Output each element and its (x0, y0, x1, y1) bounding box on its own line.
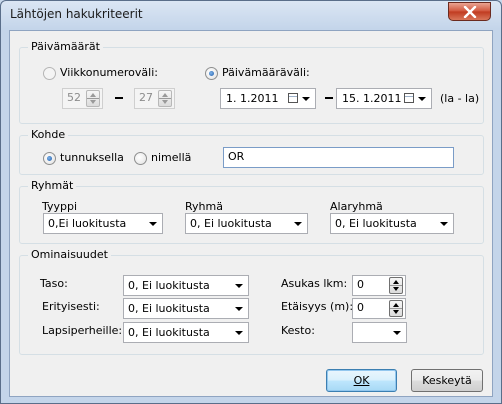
erityisesti-value: 0, Ei luokitusta (128, 302, 210, 315)
chevron-down-icon (393, 331, 401, 335)
chevron-down-icon (418, 97, 426, 101)
calendar-icon (288, 93, 298, 103)
chevron-down-icon (235, 307, 243, 311)
chevron-down-icon (235, 284, 243, 288)
label-viikkonumerovali: Viikkonumeroväli: (60, 66, 158, 79)
week-range-dash (115, 97, 123, 99)
date-from-picker[interactable]: 1. 1.2011 (220, 88, 316, 109)
label-paivamaaravali: Päivämääräväli: (222, 66, 310, 79)
date-range-dash (325, 97, 333, 99)
label-asukas: Asukas lkm: (281, 277, 348, 290)
label-kesto: Kesto: (281, 324, 315, 337)
etaisyys-spin-buttons[interactable] (389, 300, 403, 317)
radio-viikkonumerovali[interactable] (43, 67, 56, 80)
label-nimella: nimellä (151, 151, 192, 164)
radio-paivamaaravali[interactable] (205, 67, 218, 80)
week-from-value: 52 (67, 91, 81, 104)
ok-button[interactable]: OK (326, 369, 397, 392)
label-etaisyys: Etäisyys (m): (281, 300, 354, 313)
dialog-window: Lähtöjen hakukriteerit Päivämäärät Viikk… (0, 0, 502, 404)
radio-nimella[interactable] (134, 152, 147, 165)
date-from-value: 1. 1.2011 (226, 92, 279, 105)
etaisyys-spinner[interactable]: 0 (352, 298, 406, 319)
group-title-ominaisuudet: Ominaisuudet (28, 248, 111, 261)
date-to-value: 15. 1.2011 (342, 92, 402, 105)
group-title-paivamaarat: Päivämäärät (28, 40, 103, 53)
ryhma-value: 0, Ei luokitusta (190, 217, 272, 230)
group-ryhmat: Ryhmät Tyyppi 0,Ei luokitusta Ryhmä 0, E… (19, 179, 484, 244)
erityisesti-dropdown[interactable]: 0, Ei luokitusta (123, 298, 249, 319)
ok-button-label: OK (353, 374, 370, 387)
asukas-spin-buttons[interactable] (389, 277, 403, 294)
group-title-kohde: Kohde (28, 128, 69, 141)
ryhma-dropdown[interactable]: 0, Ei luokitusta (185, 213, 308, 234)
asukas-value: 0 (357, 278, 364, 291)
chevron-down-icon (149, 222, 157, 226)
label-tunnuksella: tunnuksella (60, 151, 124, 164)
tyyppi-value: 0,Ei luokitusta (48, 217, 127, 230)
window-title: Lähtöjen hakukriteerit (10, 7, 143, 21)
calendar-icon (404, 93, 414, 103)
alaryhma-dropdown[interactable]: 0, Ei luokitusta (330, 213, 454, 234)
chevron-down-icon (302, 97, 310, 101)
group-ominaisuudet: Ominaisuudet Taso: 0, Ei luokitusta Erit… (19, 248, 484, 355)
kohde-search-input[interactable]: OR (223, 147, 454, 168)
taso-dropdown[interactable]: 0, Ei luokitusta (123, 275, 249, 296)
label-ryhma: Ryhmä (185, 200, 223, 213)
cancel-button-label: Keskeytä (422, 374, 472, 387)
label-alaryhma: Alaryhmä (330, 200, 383, 213)
group-kohde: Kohde tunnuksella nimellä OR (19, 128, 484, 175)
close-icon (463, 6, 477, 18)
week-from-spinner[interactable]: 52 (62, 88, 103, 109)
close-button[interactable] (448, 2, 491, 21)
taso-value: 0, Ei luokitusta (128, 279, 210, 292)
date-to-picker[interactable]: 15. 1.2011 (336, 88, 432, 109)
title-bar[interactable]: Lähtöjen hakukriteerit (1, 1, 501, 29)
dialog-client-area: Päivämäärät Viikkonumeroväli: 52 27 Päiv… (9, 30, 493, 397)
alaryhma-value: 0, Ei luokitusta (335, 217, 417, 230)
week-from-spin-buttons[interactable] (86, 90, 100, 107)
label-lapsiperheille: Lapsiperheille: (42, 324, 123, 337)
etaisyys-value: 0 (357, 301, 364, 314)
week-to-spin-buttons[interactable] (158, 90, 172, 107)
label-range-note: (la - la) (440, 92, 480, 105)
label-erityisesti: Erityisesti: (42, 300, 100, 313)
radio-tunnuksella[interactable] (43, 152, 56, 165)
cancel-button[interactable]: Keskeytä (411, 369, 483, 392)
group-paivamaarat: Päivämäärät Viikkonumeroväli: 52 27 Päiv… (19, 40, 484, 124)
week-to-spinner[interactable]: 27 (134, 88, 175, 109)
kohde-input-value: OR (228, 150, 245, 163)
chevron-down-icon (440, 222, 448, 226)
label-tyyppi: Tyyppi (42, 200, 78, 213)
lapsiperheille-value: 0, Ei luokitusta (128, 326, 210, 339)
week-to-value: 27 (139, 91, 153, 104)
lapsiperheille-dropdown[interactable]: 0, Ei luokitusta (123, 322, 249, 343)
asukas-spinner[interactable]: 0 (352, 275, 406, 296)
group-title-ryhmat: Ryhmät (28, 179, 77, 192)
chevron-down-icon (294, 222, 302, 226)
kesto-dropdown[interactable] (352, 322, 407, 343)
tyyppi-dropdown[interactable]: 0,Ei luokitusta (43, 213, 163, 234)
chevron-down-icon (235, 331, 243, 335)
label-taso: Taso: (40, 277, 68, 290)
